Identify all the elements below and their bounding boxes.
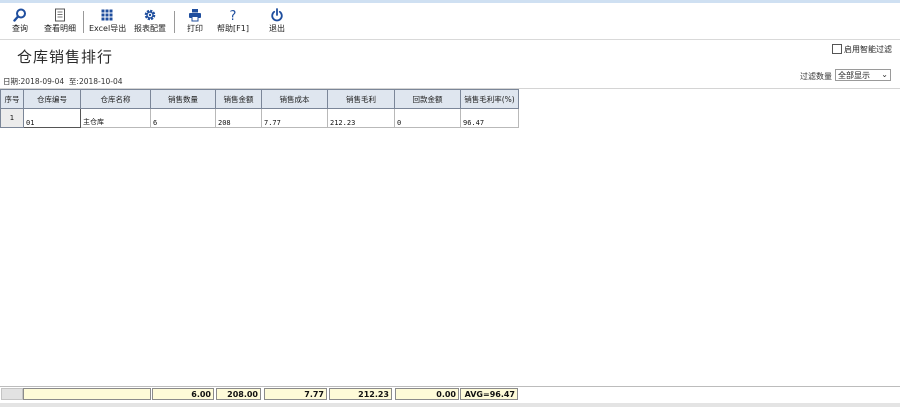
footer-payback-amount: 0.00: [395, 388, 459, 400]
column-header-warehouse-name[interactable]: 仓库名称: [80, 89, 151, 109]
gear-icon: [144, 9, 156, 21]
query-label: 查询: [12, 24, 28, 33]
date-label: 日期:: [3, 77, 21, 86]
date-to: 2018-10-04: [78, 77, 123, 86]
cell-sales-qty[interactable]: 6: [150, 108, 216, 128]
column-header-index[interactable]: 序号: [0, 89, 24, 109]
footer-sales-qty: 6.00: [152, 388, 214, 400]
print-label: 打印: [187, 24, 203, 33]
cell-gross-profit[interactable]: 212.23: [327, 108, 395, 128]
search-icon: [13, 8, 26, 22]
help-button[interactable]: ? 帮助[F1]: [214, 5, 252, 39]
column-header-payback-amount[interactable]: 回款金额: [394, 89, 461, 109]
smart-filter-toggle[interactable]: 启用智能过滤: [832, 44, 892, 55]
cell-warehouse-code[interactable]: 01: [23, 108, 81, 128]
exit-label: 退出: [269, 24, 285, 33]
toolbar: 查询 查看明细 Excel导出 报表配置 打印 ? 帮助[F1] 退出: [0, 3, 900, 40]
table-header-row: 序号 仓库编号 仓库名称 销售数量 销售金额 销售成本 销售毛利 回款金额 销售…: [0, 89, 519, 109]
print-button[interactable]: 打印: [182, 5, 208, 39]
grid-icon: [101, 9, 113, 21]
excel-export-label: Excel导出: [89, 24, 127, 33]
column-header-warehouse-code[interactable]: 仓库编号: [23, 89, 81, 109]
query-button[interactable]: 查询: [7, 5, 33, 39]
question-icon: ?: [230, 9, 237, 22]
excel-export-button[interactable]: Excel导出: [89, 5, 127, 39]
date-to-label: 至:: [68, 77, 79, 86]
report-config-button[interactable]: 报表配置: [132, 5, 168, 39]
footer-sales-cost: 7.77: [264, 388, 327, 400]
view-detail-label: 查看明细: [44, 24, 76, 33]
cell-warehouse-name[interactable]: 主仓库: [80, 108, 151, 128]
page-title: 仓库销售排行: [17, 48, 114, 66]
cell-sales-amount[interactable]: 208: [215, 108, 262, 128]
filter-count-value: 全部显示: [838, 71, 870, 80]
toolbar-separator: [174, 11, 175, 33]
cell-payback-amount[interactable]: 0: [394, 108, 461, 128]
summary-footer: 6.00 208.00 7.77 212.23 0.00 AVG=96.47: [0, 386, 900, 402]
smart-filter-checkbox[interactable]: [832, 44, 842, 54]
toolbar-separator: [83, 11, 84, 33]
cell-sales-cost[interactable]: 7.77: [261, 108, 328, 128]
power-icon: [271, 8, 283, 22]
date-from: 2018-09-04: [20, 77, 65, 86]
footer-empty-cell: [23, 388, 151, 400]
cell-margin-rate[interactable]: 96.47: [460, 108, 519, 128]
exit-button[interactable]: 退出: [265, 5, 289, 39]
footer-rownum-cell: [1, 388, 23, 400]
column-header-margin-rate[interactable]: 销售毛利率(%): [460, 89, 519, 109]
filter-count-select[interactable]: 全部显示 ⌄: [835, 69, 891, 81]
footer-gross-profit: 212.23: [329, 388, 392, 400]
sales-ranking-table: 序号 仓库编号 仓库名称 销售数量 销售金额 销售成本 销售毛利 回款金额 销售…: [0, 89, 519, 128]
footer-margin-avg: AVG=96.47: [460, 388, 518, 400]
column-header-gross-profit[interactable]: 销售毛利: [327, 89, 395, 109]
column-header-sales-qty[interactable]: 销售数量: [150, 89, 216, 109]
printer-icon: [189, 9, 201, 22]
chevron-down-icon: ⌄: [881, 70, 888, 79]
report-config-label: 报表配置: [134, 24, 166, 33]
document-icon: [55, 8, 65, 22]
view-detail-button[interactable]: 查看明细: [42, 5, 78, 39]
horizontal-scrollbar[interactable]: [0, 403, 900, 407]
row-number[interactable]: 1: [0, 108, 24, 128]
help-label: 帮助[F1]: [217, 24, 249, 33]
column-header-sales-cost[interactable]: 销售成本: [261, 89, 328, 109]
footer-sales-amount: 208.00: [216, 388, 261, 400]
filter-count-label: 过滤数量: [800, 72, 832, 81]
data-grid[interactable]: 序号 仓库编号 仓库名称 销售数量 销售金额 销售成本 销售毛利 回款金额 销售…: [0, 88, 900, 387]
svg-text:?: ?: [230, 9, 237, 22]
column-header-sales-amount[interactable]: 销售金额: [215, 89, 262, 109]
table-row[interactable]: 1 01 主仓库 6 208 7.77 212.23 0 96.47: [0, 108, 519, 128]
date-range: 日期:2018-09-04 至:2018-10-04: [3, 76, 123, 87]
smart-filter-label: 启用智能过滤: [844, 45, 892, 54]
